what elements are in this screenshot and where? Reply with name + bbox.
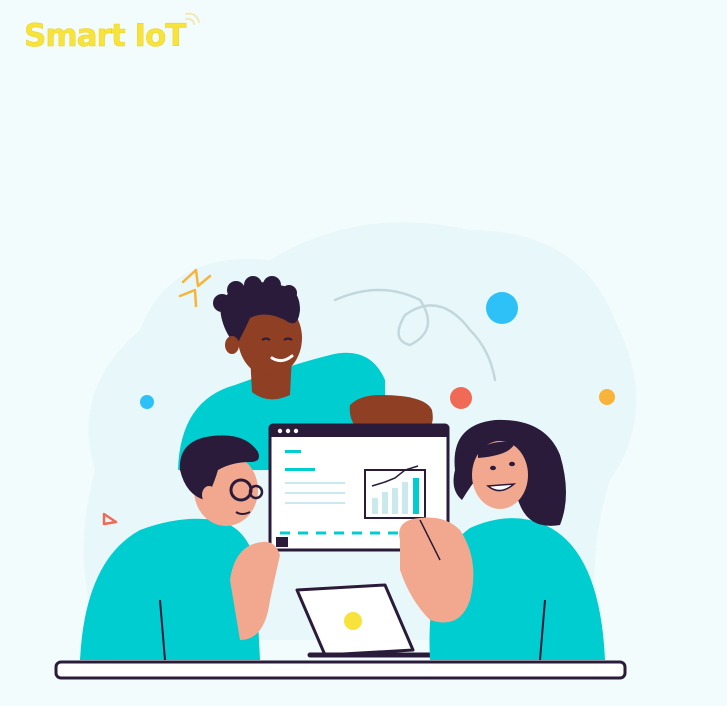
decorative-dot-orange — [599, 389, 615, 405]
decorative-dot-red — [450, 387, 472, 409]
decorative-dot-blue — [486, 292, 518, 324]
team-illustration — [54, 222, 637, 680]
decorative-dot-cyan — [140, 395, 154, 409]
table — [54, 660, 627, 680]
